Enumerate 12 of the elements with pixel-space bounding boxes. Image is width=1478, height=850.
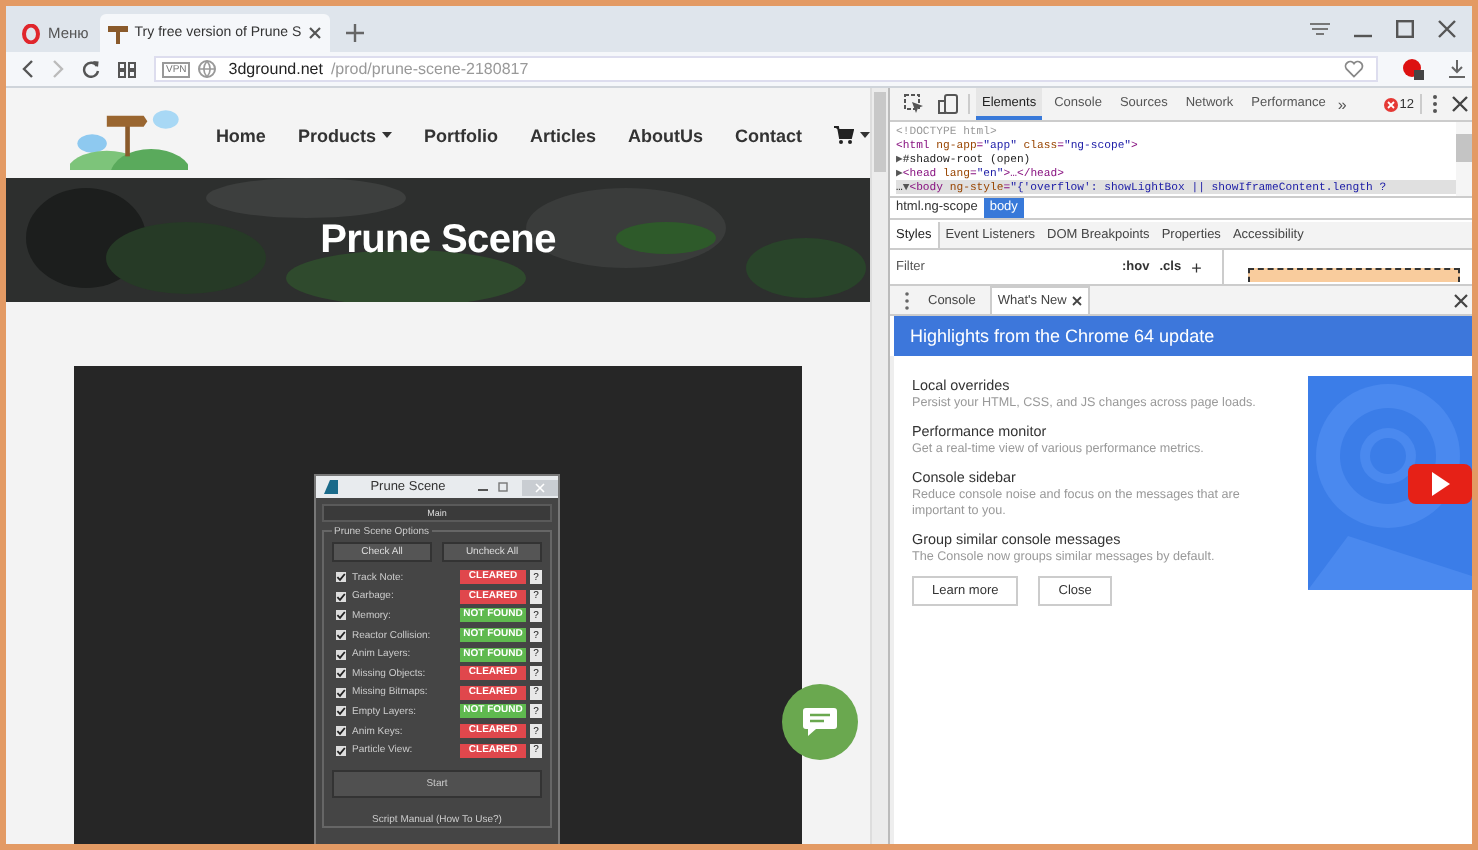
- nav-link[interactable]: Products: [297, 125, 392, 145]
- url-path: /prod/prune-scene-2180817: [330, 60, 529, 78]
- nav-link[interactable]: Contact: [735, 125, 802, 145]
- url-domain: 3dground.net: [228, 60, 323, 78]
- more-tabs-button[interactable]: »: [1337, 95, 1347, 113]
- header-title: Highlights from the Chrome 64 update: [910, 326, 1215, 346]
- new-rule-button[interactable]: +: [1191, 257, 1202, 277]
- nav-link[interactable]: Portfolio: [423, 125, 498, 145]
- nav-link[interactable]: Articles: [529, 125, 596, 145]
- nav-link[interactable]: AboutUs: [628, 125, 703, 145]
- nav-link[interactable]: Home: [215, 125, 266, 145]
- page-title: Prune Scene: [320, 217, 556, 263]
